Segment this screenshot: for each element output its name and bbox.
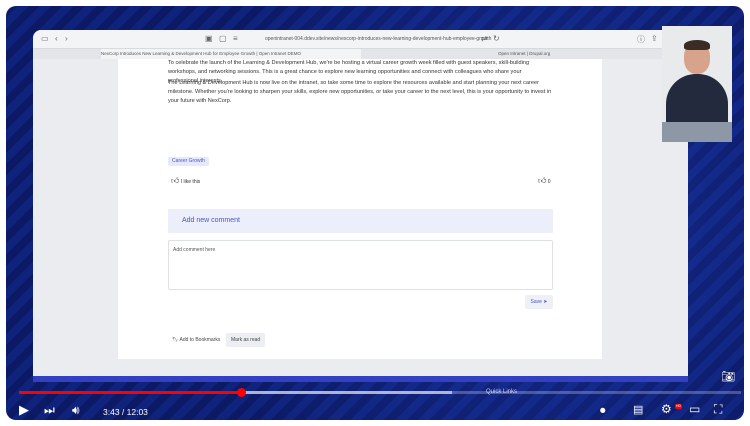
sidebar-icon[interactable]: ▭ xyxy=(41,34,49,43)
like-label: I like this xyxy=(180,179,201,185)
browser-window: ▭ ‹ › ▣ ▢ ≡ openintranet-004.ddev.site/n… xyxy=(33,30,688,382)
like-count: 0 xyxy=(547,179,551,185)
autoplay-toggle-icon[interactable]: ⏺ xyxy=(600,404,606,418)
subtitles-icon[interactable]: ▤ xyxy=(633,403,643,417)
progress-scrubber[interactable] xyxy=(236,388,246,397)
comment-section-header: Add new comment xyxy=(168,209,553,233)
bookmark-label: Add to Bookmarks xyxy=(179,337,221,343)
share-screen-icon[interactable]: ▢ xyxy=(219,34,227,43)
save-comment-button[interactable]: Save ➤ xyxy=(525,295,553,309)
back-icon[interactable]: ‹ xyxy=(55,34,58,43)
add-to-bookmarks-button[interactable]: 🔖︎ Add to Bookmarks xyxy=(168,333,224,347)
next-icon[interactable]: ⏭ xyxy=(44,403,55,417)
mark-as-read-button[interactable]: Mark as read xyxy=(226,333,266,347)
comment-placeholder: Add comment here xyxy=(173,247,216,253)
tab-nexcorp-news[interactable]: NexCorp Introduces New Learning & Develo… xyxy=(101,49,361,59)
progress-bar[interactable] xyxy=(19,388,741,397)
translate-icon[interactable]: ⇄ xyxy=(481,34,488,43)
reload-icon[interactable]: ↻ xyxy=(493,34,500,43)
save-label: Save xyxy=(530,299,542,305)
comment-heading: Add new comment xyxy=(182,217,240,224)
theater-mode-icon[interactable]: ▭ xyxy=(689,402,700,416)
play-icon[interactable]: ▶ xyxy=(19,403,29,417)
time-display: 3:43 / 12:03 xyxy=(103,407,148,417)
reader-icon[interactable]: ≡ xyxy=(233,34,238,43)
forward-icon[interactable]: › xyxy=(65,34,68,43)
fullscreen-icon[interactable]: ⛶ xyxy=(714,402,722,416)
presenter-body xyxy=(666,74,728,124)
settings-gear-icon[interactable]: ⚙ xyxy=(661,402,672,416)
site-footer-bar xyxy=(33,376,688,382)
like-counter[interactable]: 👍︎ 0 xyxy=(538,176,551,186)
laptop-screen xyxy=(662,122,732,142)
article-paragraph-2: The Learning & Development Hub is now li… xyxy=(168,80,552,104)
hd-badge: HD xyxy=(675,404,682,409)
article-page: To celebrate the launch of the Learning … xyxy=(118,59,602,359)
bookmark-icon: 🔖︎ xyxy=(172,337,179,343)
thumbs-up-icon: 👍︎ xyxy=(538,176,547,185)
mark-read-label: Mark as read xyxy=(231,337,261,343)
browser-toolbar: ▭ ‹ › ▣ ▢ ≡ openintranet-004.ddev.site/n… xyxy=(33,30,688,49)
presenter-webcam xyxy=(662,26,732,142)
tab-overview-icon[interactable]: ▣ xyxy=(205,34,213,43)
share-icon[interactable]: ⇪ xyxy=(651,34,658,43)
presenter-hair xyxy=(684,40,710,50)
like-button[interactable]: 👍︎ I like this xyxy=(171,176,200,186)
tab-drupal-org[interactable]: Open Intranet | Drupal.org xyxy=(498,49,648,59)
thumbs-up-icon: 👍︎ xyxy=(171,176,180,185)
tab-bar: NexCorp Introduces New Learning & Develo… xyxy=(33,49,688,59)
send-icon: ➤ xyxy=(543,299,548,305)
comment-input[interactable]: Add comment here xyxy=(168,240,553,290)
info-icon[interactable]: ⓘ xyxy=(637,34,645,45)
address-bar[interactable]: openintranet-004.ddev.site/news/nexcorp-… xyxy=(265,34,505,44)
progress-played xyxy=(19,391,242,394)
camera-icon[interactable]: 📷︎ xyxy=(721,370,739,386)
tag-career-growth[interactable]: Career Growth xyxy=(168,157,209,166)
video-player[interactable]: ▭ ‹ › ▣ ▢ ≡ openintranet-004.ddev.site/n… xyxy=(6,6,744,420)
volume-icon[interactable]: 🔊︎ xyxy=(72,403,80,417)
